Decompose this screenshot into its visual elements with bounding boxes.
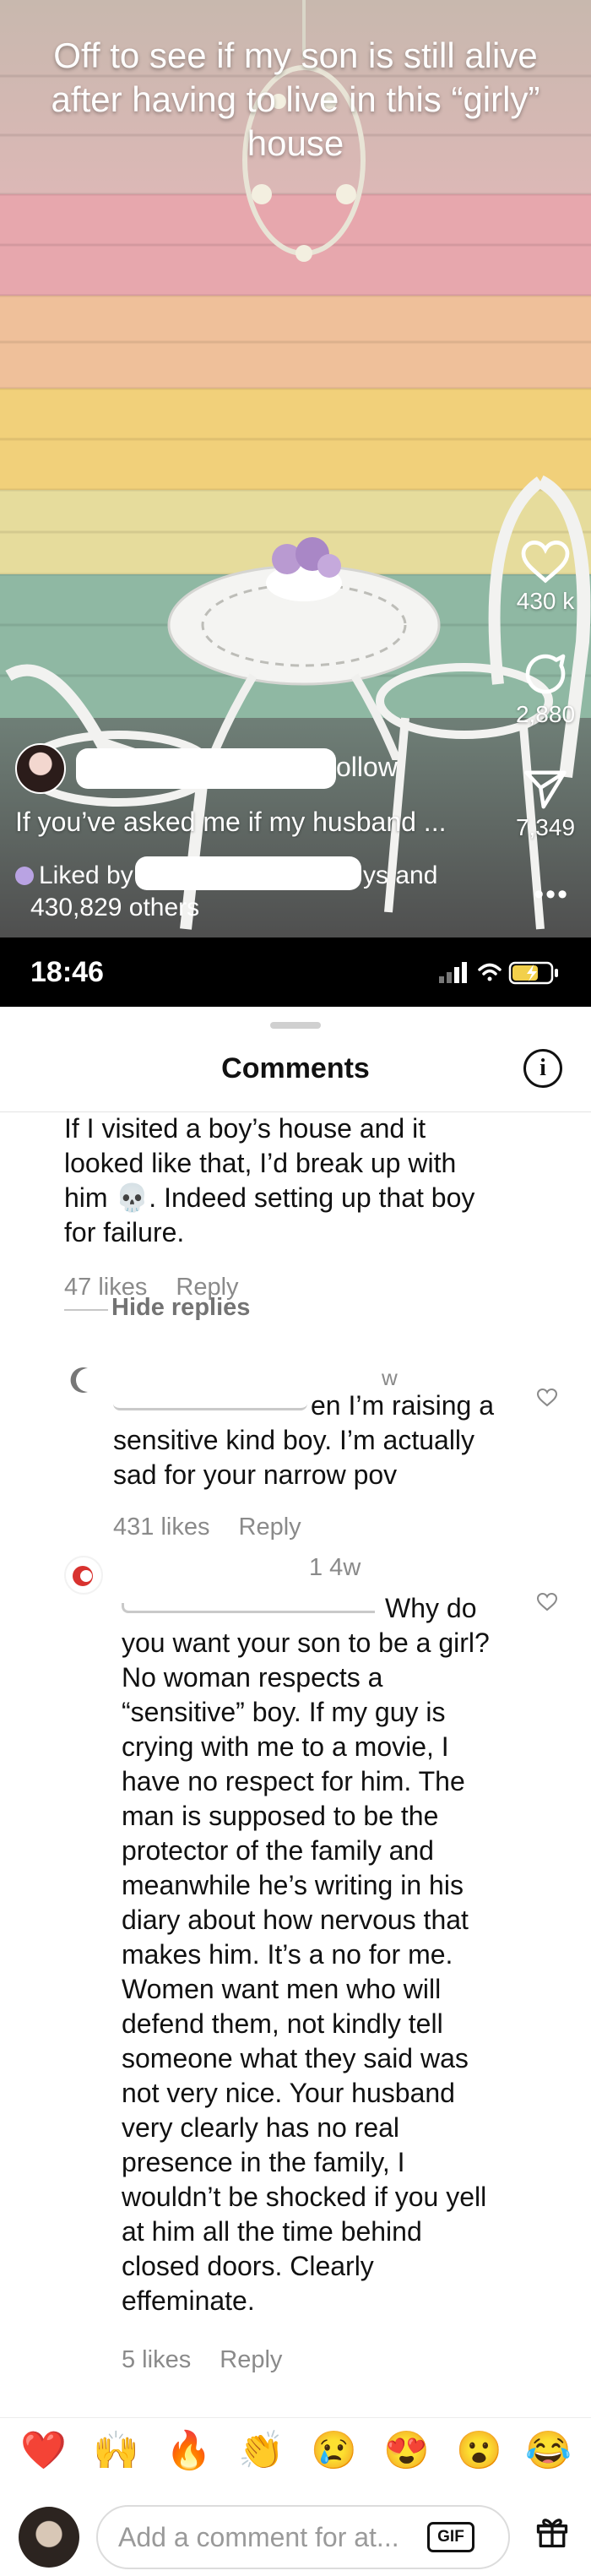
status-bar: 18:46 [0,937,591,1007]
redacted-username [106,1361,368,1390]
my-avatar [19,2507,79,2568]
author-row[interactable]: ollow [15,743,404,797]
comments-count: 2,880 [515,701,576,727]
comment-time: w [382,1365,398,1390]
comment-line: wouldn’t be shocked if you yell [122,2182,487,2212]
comment-line: presence in the family, I [122,2147,405,2177]
sheet-grabber[interactable] [270,1022,321,1029]
reply-avatar[interactable] [64,1556,103,1595]
comment-line: If I visited a boy’s house and it [64,1113,426,1144]
more-icon[interactable]: ••• [534,878,569,911]
emoji-heart[interactable]: ❤️ [20,2430,67,2472]
comment-likes[interactable]: 5 likes [122,2346,191,2373]
redacted-liker [135,856,361,890]
comment-text: Why do you want your son to be a girl? N… [122,1591,561,2318]
comment-action[interactable]: 2,880 [512,650,579,728]
comment-line: sad for your narrow pov [113,1459,398,1490]
comment-line: have no respect for him. The [122,1766,465,1796]
comment-line: someone what they said was [122,2043,469,2073]
liked-by-suffix: ys and [363,861,438,889]
liked-by-avatar [15,867,34,885]
reel-video[interactable]: Off to see if my son is still alive afte… [0,0,591,937]
comment-line: sensitive kind boy. I’m actually [113,1425,475,1455]
comment-line: for failure. [64,1217,185,1247]
status-time: 18:46 [30,956,104,988]
reply-button[interactable]: Reply [220,2346,282,2373]
liked-by-row[interactable]: Liked by ys and 430,829 others [15,856,454,924]
comment-composer: Add a comment for at... GIF [0,2492,591,2576]
reply-button[interactable]: Reply [239,1514,301,1541]
likes-count: 430 k [516,588,575,614]
shares-count: 7,349 [515,814,576,840]
wifi-icon [478,963,502,981]
heart-icon[interactable] [537,1389,557,1407]
reel-caption[interactable]: If you’ve asked me if my husband ... [15,807,471,838]
gift-icon[interactable] [534,2514,571,2551]
comment-text: If I visited a boy’s house and it looked… [64,1113,537,1250]
status-icons [439,958,566,991]
comment-line: you want your son to be a girl? [122,1628,490,1658]
sheet-divider [0,1111,591,1112]
battery-icon [508,961,558,985]
reply-avatar[interactable] [64,1363,98,1397]
comment-line: meanwhile he’s writing in his [122,1870,464,1900]
author-avatar[interactable] [15,743,66,794]
comment-likes[interactable]: 431 likes [113,1514,209,1541]
hide-replies-button[interactable]: Hide replies [111,1294,250,1322]
comment-line: him 💀. Indeed setting up that boy [64,1182,475,1213]
comment-line: not very nice. Your husband [122,2078,455,2108]
comment-line: defend them, not kindly tell [122,2008,443,2039]
comment-line: en I’m raising a [311,1390,494,1421]
emoji-fire[interactable]: 🔥 [165,2430,212,2472]
share-action[interactable]: 7,349 [512,769,579,841]
comment-line: “sensitive” boy. If my guy is [122,1697,446,1727]
comment-line: effeminate. [122,2285,255,2316]
comment-meta: 431 likes Reply [113,1514,323,1541]
comment-time: 1 4w [309,1554,361,1581]
comment-line: looked like that, I’d break up with [64,1148,457,1178]
liked-by-prefix: Liked by [39,861,133,889]
sheet-title: Comments [221,1052,370,1084]
comment-line: protector of the family and [122,1835,434,1866]
comments-sheet[interactable]: Comments i If I visited a boy’s house an… [0,1007,591,2576]
comment-item[interactable]: If I visited a boy’s house and it looked… [0,1113,591,1367]
info-icon[interactable]: i [523,1049,562,1088]
emoji-cry[interactable]: 😢 [311,2430,357,2472]
redacted-username [110,1556,312,1586]
comment-line: very clearly has no real [122,2112,400,2143]
comment-meta: 5 likes Reply [122,2346,304,2374]
emoji-reaction-bar: ❤️ 🙌 🔥 👏 😢 😍 😮 😂 [0,2417,591,2476]
comment-item[interactable]: 1 4w Why do you want your son to be a gi… [0,1547,591,2519]
follow-button[interactable]: ollow [336,752,398,783]
signal-icon [439,962,467,983]
comment-icon [525,654,566,694]
emoji-laugh[interactable]: 😂 [525,2430,572,2472]
comment-line: No woman respects a [122,1662,383,1693]
comment-line: crying with me to a movie, I [122,1731,449,1762]
video-overlay-text: Off to see if my son is still alive afte… [51,35,540,163]
comment-line: Why do [385,1593,477,1623]
comment-line: at him all the time behind [122,2216,422,2247]
emoji-surprised[interactable]: 😮 [456,2430,502,2472]
emoji-heart-eyes[interactable]: 😍 [383,2430,430,2472]
comment-line: man is supposed to be the [122,1801,439,1831]
redacted-username [76,748,336,789]
gif-icon[interactable]: GIF [427,2522,474,2552]
hide-replies-line [64,1309,108,1311]
emoji-clap[interactable]: 👏 [238,2430,285,2472]
liked-by-others: 430,829 others [30,894,200,921]
comment-line: diary about how nervous that [122,1905,469,1935]
comment-line: makes him. It’s a no for me. [122,1939,453,1970]
send-icon [524,770,567,809]
emoji-raised-hands[interactable]: 🙌 [93,2430,139,2472]
comment-line: Women want men who will [122,1974,442,2004]
heart-icon [521,541,570,584]
comment-text: en I’m raising a sensitive kind boy. I’m… [113,1389,518,1492]
comment-line: closed doors. Clearly [122,2251,374,2281]
like-action[interactable]: 430 k [512,541,579,615]
